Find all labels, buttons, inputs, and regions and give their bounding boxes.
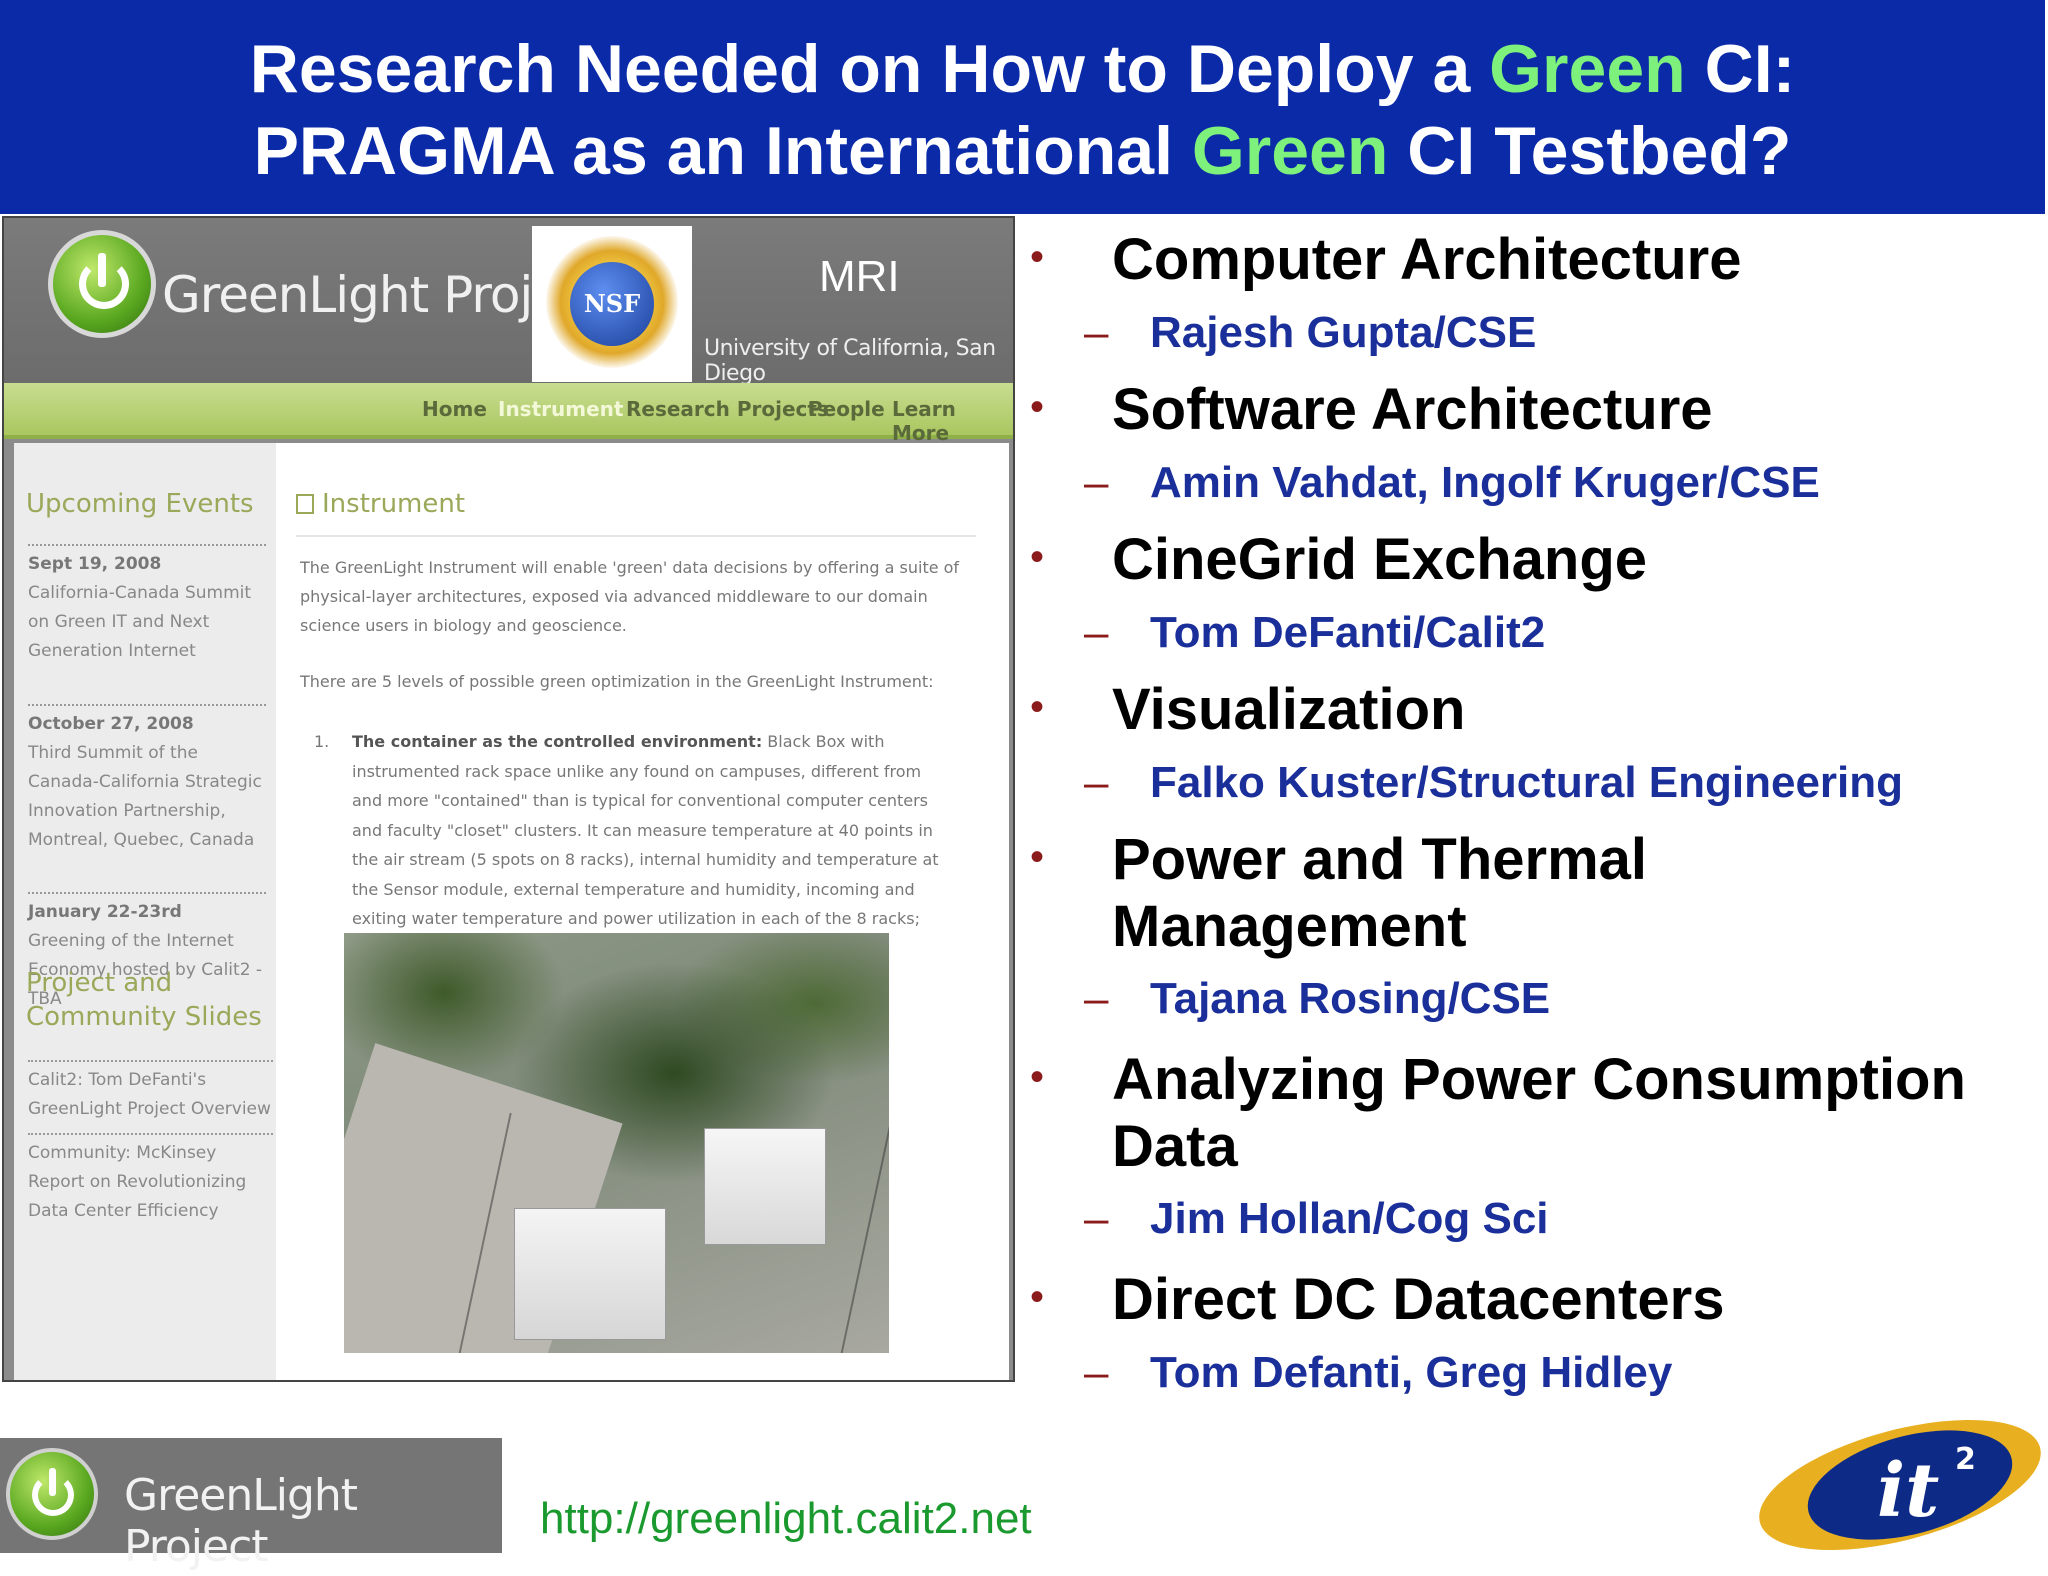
it2-label: it bbox=[1877, 1448, 1940, 1534]
slide-link[interactable]: Calit2: Tom DeFanti's GreenLight Project… bbox=[28, 1060, 273, 1124]
bullet-icon: • bbox=[1030, 235, 1045, 279]
bullet-label: Direct DC Datacenters bbox=[1112, 1267, 1725, 1332]
nsf-label: NSF bbox=[570, 262, 654, 346]
slide-link[interactable]: Community: McKinsey Report on Revolution… bbox=[28, 1133, 273, 1226]
bullet-icon: • bbox=[1030, 685, 1045, 729]
site-sidebar: Upcoming Events Sept 19, 2008 California… bbox=[14, 443, 276, 1380]
instrument-heading: Instrument bbox=[296, 489, 465, 519]
footer-logo-text: GreenLight Project bbox=[124, 1470, 358, 1572]
it2-logo: it 2 bbox=[1745, 1394, 2048, 1576]
bullet-icon: • bbox=[1030, 1055, 1045, 1099]
nav-home[interactable]: Home bbox=[422, 397, 487, 421]
container-box bbox=[704, 1128, 826, 1245]
power-icon bbox=[48, 230, 156, 338]
bullet-icon: • bbox=[1030, 535, 1045, 579]
container-photo bbox=[344, 933, 889, 1353]
square-icon bbox=[296, 494, 314, 514]
nsf-logo: NSF bbox=[532, 226, 692, 382]
nav-instrument[interactable]: Instrument bbox=[498, 397, 623, 421]
nav-people[interactable]: People bbox=[808, 397, 885, 421]
bullet-label: Analyzing Power Consumption Data bbox=[1112, 1047, 1966, 1179]
event-date: Sept 19, 2008 bbox=[28, 554, 162, 574]
event-text: Third Summit of the Canada-California St… bbox=[28, 743, 262, 850]
levels-list: 1. The container as the controlled envir… bbox=[314, 727, 954, 934]
site-nav: Home Instrument Research Projects People… bbox=[4, 383, 1013, 445]
bullet-icon: • bbox=[1030, 1275, 1045, 1319]
events-heading: Upcoming Events bbox=[26, 489, 254, 519]
title-line-1: Research Needed on How to Deploy a Green… bbox=[249, 31, 1796, 107]
event-date: January 22-23rd bbox=[28, 902, 182, 922]
ucsd-label: University of California, San Diego bbox=[704, 336, 996, 386]
list-number: 1. bbox=[314, 732, 330, 751]
mri-label: MRI bbox=[819, 252, 900, 301]
list-item: The container as the controlled environm… bbox=[352, 732, 939, 928]
title-line-2: PRAGMA as an International Green CI Test… bbox=[253, 113, 1792, 189]
event-item[interactable]: October 27, 2008 Third Summit of the Can… bbox=[28, 704, 266, 855]
project-url[interactable]: http://greenlight.calit2.net bbox=[540, 1494, 1032, 1544]
heading-divider bbox=[296, 535, 976, 537]
it2-sup: 2 bbox=[1955, 1442, 1976, 1477]
site-header: GreenLight Project NSF MRI University of… bbox=[4, 218, 1013, 386]
bullet-label: Power and Thermal Management bbox=[1112, 827, 1648, 959]
instrument-para-2: There are 5 levels of possible green opt… bbox=[300, 672, 934, 691]
bullet-icon: • bbox=[1030, 835, 1045, 879]
bullet-label: CineGrid Exchange bbox=[1112, 527, 1648, 592]
bullet-icon: • bbox=[1030, 385, 1045, 429]
instrument-para-1: The GreenLight Instrument will enable 'g… bbox=[300, 558, 960, 635]
nav-research-projects[interactable]: Research Projects bbox=[626, 397, 829, 421]
nav-learn-more[interactable]: Learn More bbox=[892, 397, 1013, 445]
bullet-label: Software Architecture bbox=[1112, 377, 1713, 442]
bullet-label: Computer Architecture bbox=[1112, 227, 1742, 292]
website-screenshot: GreenLight Project NSF MRI University of… bbox=[2, 216, 1015, 1382]
slide-title: Research Needed on How to Deploy a Green… bbox=[0, 28, 2045, 192]
bullet-label: Visualization bbox=[1112, 677, 1466, 742]
event-item[interactable]: Sept 19, 2008 California-Canada Summit o… bbox=[28, 544, 266, 666]
event-date: October 27, 2008 bbox=[28, 714, 194, 734]
power-icon bbox=[6, 1448, 98, 1540]
slides-heading: Project and Community Slides bbox=[26, 968, 262, 1032]
container-box bbox=[514, 1208, 666, 1340]
footer-logo: GreenLight Project bbox=[0, 1438, 502, 1572]
event-text: California-Canada Summit on Green IT and… bbox=[28, 583, 252, 661]
